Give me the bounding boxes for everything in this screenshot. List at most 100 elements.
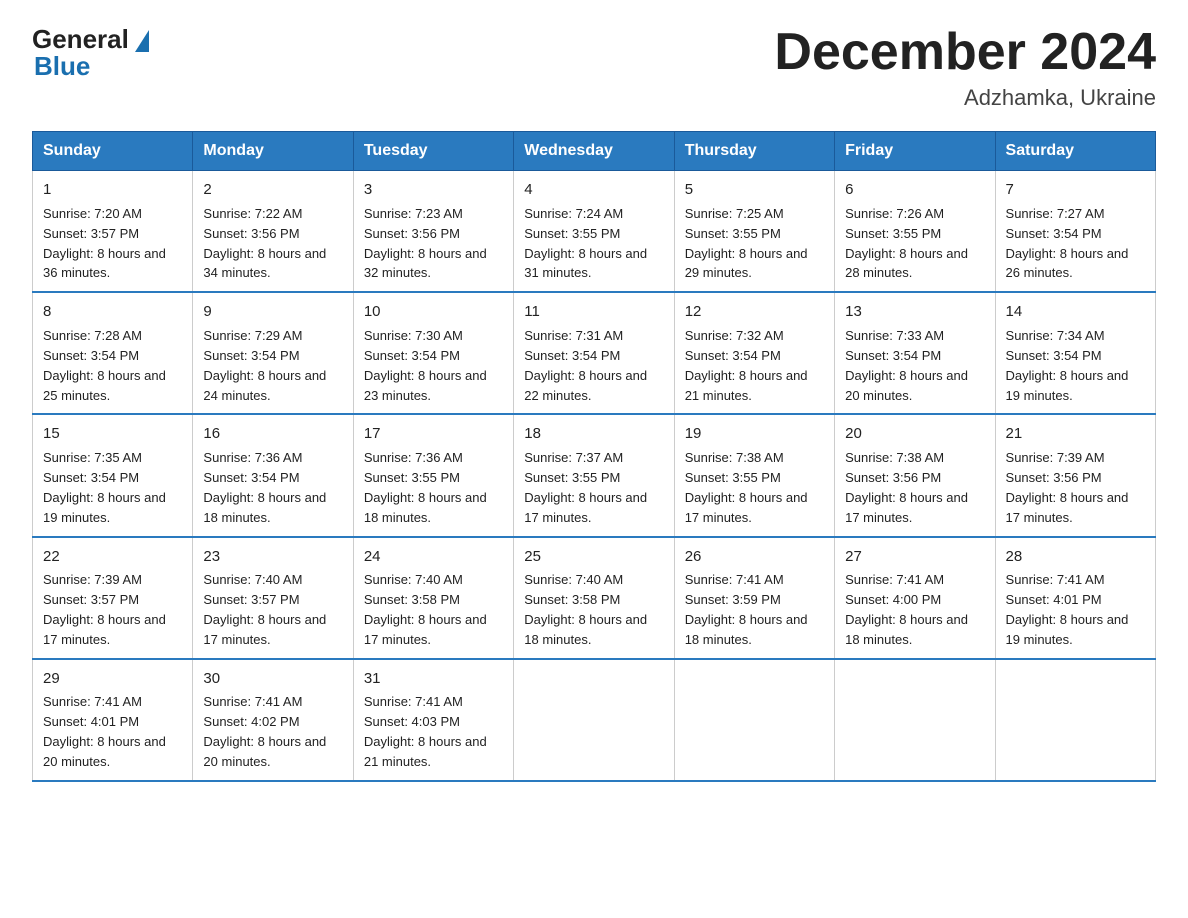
day-number: 6 bbox=[845, 179, 984, 201]
calendar-day-cell: 14 Sunrise: 7:34 AMSunset: 3:54 PMDayligh… bbox=[995, 292, 1155, 414]
calendar-day-cell: 30 Sunrise: 7:41 AMSunset: 4:02 PMDayligh… bbox=[193, 659, 353, 781]
day-number: 24 bbox=[364, 546, 503, 568]
day-info: Sunrise: 7:41 AMSunset: 4:00 PMDaylight:… bbox=[845, 572, 968, 647]
calendar-day-cell: 16 Sunrise: 7:36 AMSunset: 3:54 PMDayligh… bbox=[193, 414, 353, 536]
day-info: Sunrise: 7:34 AMSunset: 3:54 PMDaylight:… bbox=[1006, 328, 1129, 403]
page-header: General Blue December 2024 Adzhamka, Ukr… bbox=[32, 24, 1156, 111]
calendar-day-cell: 19 Sunrise: 7:38 AMSunset: 3:55 PMDayligh… bbox=[674, 414, 834, 536]
day-number: 9 bbox=[203, 301, 342, 323]
calendar-day-header: Sunday bbox=[33, 132, 193, 171]
day-number: 7 bbox=[1006, 179, 1145, 201]
day-info: Sunrise: 7:39 AMSunset: 3:56 PMDaylight:… bbox=[1006, 450, 1129, 525]
calendar-day-cell: 22Sunrise: 7:39 AMSunset: 3:57 PMDayligh… bbox=[33, 537, 193, 659]
day-number: 26 bbox=[685, 546, 824, 568]
calendar-day-cell: 5 Sunrise: 7:25 AMSunset: 3:55 PMDaylight… bbox=[674, 171, 834, 293]
calendar-day-header: Friday bbox=[835, 132, 995, 171]
day-info: Sunrise: 7:26 AMSunset: 3:55 PMDaylight:… bbox=[845, 206, 968, 281]
day-info: Sunrise: 7:39 AMSunset: 3:57 PMDaylight:… bbox=[43, 572, 166, 647]
day-info: Sunrise: 7:36 AMSunset: 3:54 PMDaylight:… bbox=[203, 450, 326, 525]
calendar-week-row: 15 Sunrise: 7:35 AMSunset: 3:54 PMDayligh… bbox=[33, 414, 1156, 536]
day-number: 12 bbox=[685, 301, 824, 323]
day-number: 29 bbox=[43, 668, 182, 690]
day-number: 14 bbox=[1006, 301, 1145, 323]
day-info: Sunrise: 7:41 AMSunset: 3:59 PMDaylight:… bbox=[685, 572, 808, 647]
calendar-day-cell: 10 Sunrise: 7:30 AMSunset: 3:54 PMDayligh… bbox=[353, 292, 513, 414]
calendar-day-cell: 18 Sunrise: 7:37 AMSunset: 3:55 PMDayligh… bbox=[514, 414, 674, 536]
day-info: Sunrise: 7:29 AMSunset: 3:54 PMDaylight:… bbox=[203, 328, 326, 403]
day-info: Sunrise: 7:22 AMSunset: 3:56 PMDaylight:… bbox=[203, 206, 326, 281]
day-info: Sunrise: 7:25 AMSunset: 3:55 PMDaylight:… bbox=[685, 206, 808, 281]
calendar-week-row: 29 Sunrise: 7:41 AMSunset: 4:01 PMDayligh… bbox=[33, 659, 1156, 781]
logo-triangle-icon bbox=[135, 30, 149, 52]
day-info: Sunrise: 7:35 AMSunset: 3:54 PMDaylight:… bbox=[43, 450, 166, 525]
day-number: 19 bbox=[685, 423, 824, 445]
day-info: Sunrise: 7:28 AMSunset: 3:54 PMDaylight:… bbox=[43, 328, 166, 403]
location-subtitle: Adzhamka, Ukraine bbox=[774, 85, 1156, 111]
day-info: Sunrise: 7:41 AMSunset: 4:01 PMDaylight:… bbox=[1006, 572, 1129, 647]
calendar-day-cell: 7 Sunrise: 7:27 AMSunset: 3:54 PMDaylight… bbox=[995, 171, 1155, 293]
day-number: 1 bbox=[43, 179, 182, 201]
day-number: 17 bbox=[364, 423, 503, 445]
calendar-day-cell: 11 Sunrise: 7:31 AMSunset: 3:54 PMDayligh… bbox=[514, 292, 674, 414]
logo: General Blue bbox=[32, 24, 149, 82]
calendar-day-cell bbox=[835, 659, 995, 781]
day-number: 4 bbox=[524, 179, 663, 201]
day-info: Sunrise: 7:41 AMSunset: 4:01 PMDaylight:… bbox=[43, 694, 166, 769]
calendar-day-cell: 4 Sunrise: 7:24 AMSunset: 3:55 PMDaylight… bbox=[514, 171, 674, 293]
day-number: 28 bbox=[1006, 546, 1145, 568]
calendar-day-cell: 1 Sunrise: 7:20 AMSunset: 3:57 PMDaylight… bbox=[33, 171, 193, 293]
day-number: 20 bbox=[845, 423, 984, 445]
day-info: Sunrise: 7:36 AMSunset: 3:55 PMDaylight:… bbox=[364, 450, 487, 525]
day-info: Sunrise: 7:24 AMSunset: 3:55 PMDaylight:… bbox=[524, 206, 647, 281]
calendar-day-cell: 3Sunrise: 7:23 AMSunset: 3:56 PMDaylight… bbox=[353, 171, 513, 293]
day-number: 5 bbox=[685, 179, 824, 201]
day-info: Sunrise: 7:37 AMSunset: 3:55 PMDaylight:… bbox=[524, 450, 647, 525]
calendar-day-cell: 28 Sunrise: 7:41 AMSunset: 4:01 PMDayligh… bbox=[995, 537, 1155, 659]
day-info: Sunrise: 7:27 AMSunset: 3:54 PMDaylight:… bbox=[1006, 206, 1129, 281]
day-info: Sunrise: 7:40 AMSunset: 3:57 PMDaylight:… bbox=[203, 572, 326, 647]
calendar-week-row: 22Sunrise: 7:39 AMSunset: 3:57 PMDayligh… bbox=[33, 537, 1156, 659]
calendar-day-header: Saturday bbox=[995, 132, 1155, 171]
calendar-day-header: Monday bbox=[193, 132, 353, 171]
calendar-day-header: Thursday bbox=[674, 132, 834, 171]
calendar-day-cell: 13 Sunrise: 7:33 AMSunset: 3:54 PMDayligh… bbox=[835, 292, 995, 414]
day-number: 23 bbox=[203, 546, 342, 568]
calendar-day-cell: 26 Sunrise: 7:41 AMSunset: 3:59 PMDayligh… bbox=[674, 537, 834, 659]
calendar-day-cell: 17 Sunrise: 7:36 AMSunset: 3:55 PMDayligh… bbox=[353, 414, 513, 536]
day-number: 16 bbox=[203, 423, 342, 445]
day-number: 27 bbox=[845, 546, 984, 568]
calendar-day-cell: 24Sunrise: 7:40 AMSunset: 3:58 PMDayligh… bbox=[353, 537, 513, 659]
calendar-header-row: SundayMondayTuesdayWednesdayThursdayFrid… bbox=[33, 132, 1156, 171]
day-info: Sunrise: 7:32 AMSunset: 3:54 PMDaylight:… bbox=[685, 328, 808, 403]
day-number: 15 bbox=[43, 423, 182, 445]
day-number: 2 bbox=[203, 179, 342, 201]
day-info: Sunrise: 7:41 AMSunset: 4:02 PMDaylight:… bbox=[203, 694, 326, 769]
calendar-day-cell: 2 Sunrise: 7:22 AMSunset: 3:56 PMDaylight… bbox=[193, 171, 353, 293]
day-number: 8 bbox=[43, 301, 182, 323]
day-info: Sunrise: 7:41 AMSunset: 4:03 PMDaylight:… bbox=[364, 694, 487, 769]
calendar-day-cell: 9 Sunrise: 7:29 AMSunset: 3:54 PMDaylight… bbox=[193, 292, 353, 414]
day-number: 11 bbox=[524, 301, 663, 323]
day-info: Sunrise: 7:31 AMSunset: 3:54 PMDaylight:… bbox=[524, 328, 647, 403]
day-info: Sunrise: 7:40 AMSunset: 3:58 PMDaylight:… bbox=[524, 572, 647, 647]
day-info: Sunrise: 7:30 AMSunset: 3:54 PMDaylight:… bbox=[364, 328, 487, 403]
day-info: Sunrise: 7:33 AMSunset: 3:54 PMDaylight:… bbox=[845, 328, 968, 403]
day-info: Sunrise: 7:20 AMSunset: 3:57 PMDaylight:… bbox=[43, 206, 166, 281]
calendar-day-cell: 6 Sunrise: 7:26 AMSunset: 3:55 PMDaylight… bbox=[835, 171, 995, 293]
calendar-day-cell: 20Sunrise: 7:38 AMSunset: 3:56 PMDayligh… bbox=[835, 414, 995, 536]
day-number: 10 bbox=[364, 301, 503, 323]
month-title: December 2024 bbox=[774, 24, 1156, 81]
day-number: 30 bbox=[203, 668, 342, 690]
day-info: Sunrise: 7:38 AMSunset: 3:55 PMDaylight:… bbox=[685, 450, 808, 525]
day-number: 18 bbox=[524, 423, 663, 445]
calendar-day-cell bbox=[674, 659, 834, 781]
calendar-table: SundayMondayTuesdayWednesdayThursdayFrid… bbox=[32, 131, 1156, 782]
day-number: 3 bbox=[364, 179, 503, 201]
logo-blue-text: Blue bbox=[34, 51, 90, 82]
calendar-day-cell: 27 Sunrise: 7:41 AMSunset: 4:00 PMDayligh… bbox=[835, 537, 995, 659]
day-number: 13 bbox=[845, 301, 984, 323]
calendar-day-cell: 21Sunrise: 7:39 AMSunset: 3:56 PMDayligh… bbox=[995, 414, 1155, 536]
calendar-day-cell bbox=[514, 659, 674, 781]
calendar-day-cell: 23 Sunrise: 7:40 AMSunset: 3:57 PMDayligh… bbox=[193, 537, 353, 659]
calendar-day-header: Wednesday bbox=[514, 132, 674, 171]
